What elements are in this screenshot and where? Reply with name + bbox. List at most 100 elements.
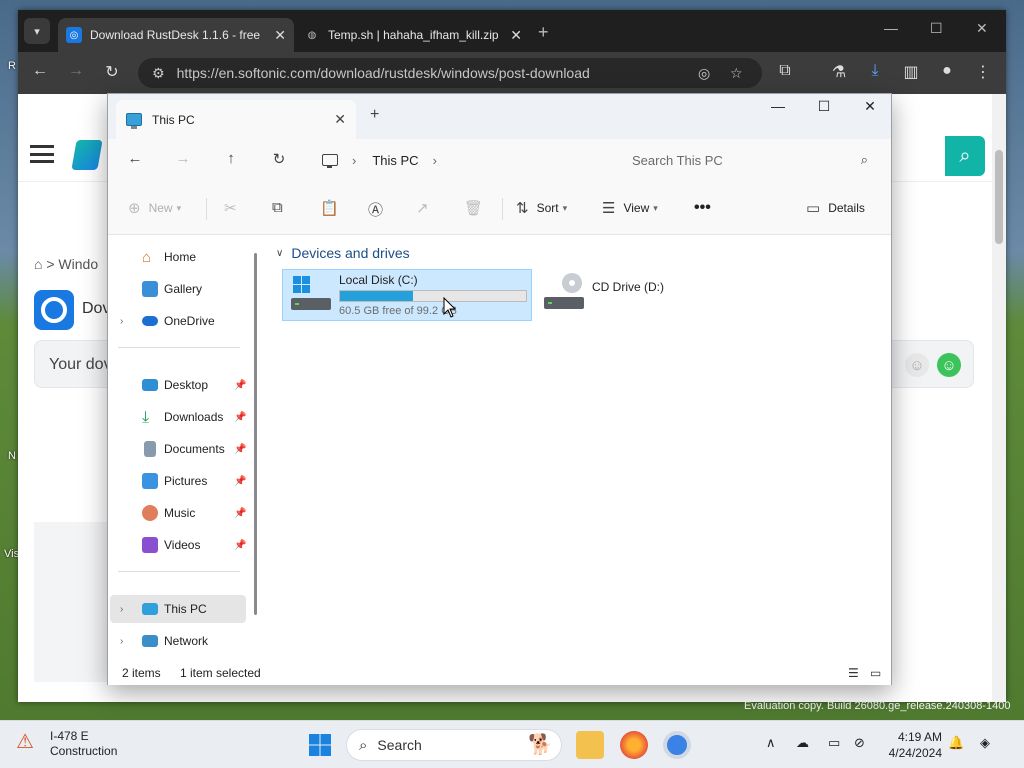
chevron-right-icon[interactable]: › [433, 153, 437, 168]
new-button[interactable]: ⊕ New ▾ [128, 199, 181, 217]
nav-item-videos[interactable]: Videos 📌 [110, 531, 246, 559]
desktop-icon-label[interactable]: N [8, 450, 16, 462]
eye-off-icon[interactable]: ◎ [698, 65, 710, 82]
tab-search-button[interactable]: ▾ [24, 18, 50, 44]
copilot-icon[interactable]: ◈ [980, 735, 990, 751]
close-tab-icon[interactable]: ✕ [334, 111, 346, 128]
desktop-icon-label[interactable]: Vis [4, 548, 19, 560]
home-icon: ⌂ [142, 249, 152, 266]
minimize-icon[interactable]: — [884, 20, 898, 36]
menu-icon[interactable]: ⋮ [972, 62, 994, 82]
pin-icon[interactable]: 📌 [234, 476, 246, 487]
drive-local-disk-c[interactable]: Local Disk (C:) 60.5 GB free of 99.2 GB [282, 269, 532, 321]
drive-cd-d[interactable]: CD Drive (D:) [536, 269, 676, 321]
desktop-icon-label[interactable]: R [8, 60, 16, 72]
nav-item-pictures[interactable]: Pictures 📌 [110, 467, 246, 495]
details-view-icon[interactable]: ☰ [848, 666, 862, 680]
delete-button[interactable]: 🗑 [464, 199, 483, 217]
pin-icon[interactable]: 📌 [234, 380, 246, 391]
home-icon[interactable]: ⌂ [34, 256, 42, 272]
rename-button[interactable]: Ⓐ [368, 199, 383, 220]
chevron-right-icon[interactable]: › [352, 153, 356, 168]
sort-button[interactable]: ⇅ Sort ▾ [516, 199, 567, 217]
address-bar[interactable]: ⚙ https://en.softonic.com/download/rustd… [138, 58, 762, 88]
forward-icon[interactable]: → [65, 62, 87, 80]
maximize-icon[interactable]: ☐ [801, 98, 847, 115]
nav-item-network[interactable]: › Network [110, 627, 246, 655]
group-header[interactable]: ∨ Devices and drives [276, 245, 410, 261]
notification-bell-icon[interactable]: 🔔 [948, 735, 964, 751]
download-icon[interactable]: ⤓ [864, 62, 886, 80]
nav-scrollbar[interactable] [254, 253, 257, 615]
windows-drive-icon [291, 276, 331, 310]
up-icon[interactable]: ↑ [220, 150, 242, 167]
new-tab-button[interactable]: + [538, 22, 549, 43]
explorer-search-input[interactable]: Search This PC ⌕ [616, 144, 884, 176]
browser-tab[interactable]: ◍ Temp.sh | hahaha_ifham_kill.zip ✕ [296, 18, 530, 52]
clock[interactable]: 4:19 AM 4/24/2024 [884, 729, 942, 761]
star-icon[interactable]: ☆ [730, 65, 743, 82]
nav-item-onedrive[interactable]: › OneDrive [110, 307, 246, 335]
file-explorer-taskbar-icon[interactable] [576, 731, 604, 759]
browser-tab-active[interactable]: ◎ Download RustDesk 1.1.6 - free ✕ [58, 18, 294, 52]
weather-widget[interactable]: ⚠ I-478 E Construction [16, 729, 117, 759]
chevron-up-icon[interactable]: ∧ [766, 735, 776, 751]
smile-icon[interactable]: ☺ [937, 353, 961, 377]
more-options-icon[interactable]: ••• [694, 199, 711, 217]
nav-item-gallery[interactable]: Gallery [110, 275, 246, 303]
sidepanel-icon[interactable]: ▥ [900, 62, 922, 82]
taskbar-search[interactable]: ⌕ Search 🐕 [346, 729, 562, 761]
neutral-face-icon[interactable]: ☺ [905, 353, 929, 377]
share-button[interactable]: ↗ [416, 199, 429, 217]
scrollbar-thumb[interactable] [995, 150, 1003, 244]
network-off-icon[interactable]: ⊘ [854, 735, 865, 751]
nav-item-home[interactable]: ⌂ Home [110, 243, 246, 271]
explorer-address-bar[interactable]: › This PC › [314, 144, 606, 176]
maximize-icon[interactable]: ☐ [930, 20, 943, 37]
pin-icon[interactable]: 📌 [234, 412, 246, 423]
labs-icon[interactable]: ⚗ [828, 62, 850, 82]
display-icon[interactable]: ▭ [828, 735, 840, 751]
copy-button[interactable]: ⧉ [272, 199, 283, 216]
nav-item-documents[interactable]: Documents 📌 [110, 435, 246, 463]
site-info-icon[interactable]: ⚙ [152, 65, 165, 82]
close-icon[interactable]: ✕ [847, 98, 893, 115]
hamburger-menu-icon[interactable] [30, 145, 54, 163]
profile-icon[interactable]: ● [936, 62, 958, 80]
back-icon[interactable]: ← [124, 150, 146, 167]
nav-item-downloads[interactable]: ⤓ Downloads 📌 [110, 403, 246, 431]
extensions-icon[interactable]: ⧉ [774, 62, 796, 80]
refresh-icon[interactable]: ↻ [268, 150, 290, 168]
chevron-right-icon[interactable]: › [120, 636, 123, 647]
tab-close-icon[interactable]: ✕ [510, 27, 522, 44]
reload-icon[interactable]: ↻ [101, 62, 123, 82]
pin-icon[interactable]: 📌 [234, 508, 246, 519]
softonic-logo[interactable] [71, 140, 103, 170]
tab-close-icon[interactable]: ✕ [274, 27, 286, 44]
details-button[interactable]: ▭ Details [806, 199, 865, 217]
firefox-taskbar-icon[interactable] [620, 731, 648, 759]
paste-button[interactable]: 📋 [320, 199, 339, 217]
nav-item-this-pc[interactable]: › This PC [110, 595, 246, 623]
address-segment[interactable]: This PC [372, 153, 418, 168]
cut-button[interactable]: ✂ [224, 199, 237, 217]
nav-item-desktop[interactable]: Desktop 📌 [110, 371, 246, 399]
back-icon[interactable]: ← [29, 62, 51, 80]
chrome-taskbar-icon[interactable] [663, 731, 691, 759]
pin-icon[interactable]: 📌 [234, 444, 246, 455]
chevron-right-icon[interactable]: › [120, 604, 123, 615]
tiles-view-icon[interactable]: ▭ [870, 666, 884, 680]
explorer-tab[interactable]: This PC ✕ [116, 100, 356, 139]
start-button[interactable] [306, 731, 334, 759]
cloud-off-icon[interactable]: ☁ [796, 735, 809, 751]
minimize-icon[interactable]: — [755, 98, 801, 114]
forward-icon[interactable]: → [172, 150, 194, 167]
pin-icon[interactable]: 📌 [234, 540, 246, 551]
page-scrollbar[interactable] [992, 94, 1006, 702]
chevron-right-icon[interactable]: › [120, 316, 123, 327]
close-icon[interactable]: ✕ [976, 20, 988, 37]
new-tab-button[interactable]: + [370, 106, 379, 124]
nav-item-music[interactable]: Music 📌 [110, 499, 246, 527]
site-search-button[interactable]: ⌕ [945, 136, 985, 176]
view-button[interactable]: ☰ View ▾ [602, 199, 658, 217]
